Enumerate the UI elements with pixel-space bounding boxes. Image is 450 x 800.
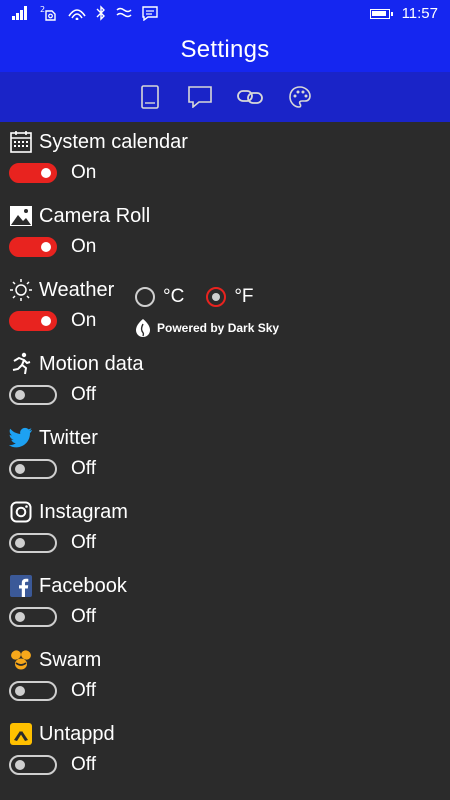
setting-row-camera-roll: Camera Roll On [0,196,450,270]
link-icon [237,90,263,104]
tab-palette[interactable] [287,84,313,110]
signal-icon [12,6,30,20]
darksky-text: Powered by Dark Sky [157,321,280,335]
toggle-state: On [71,236,97,257]
toggle-state: Off [71,532,96,553]
setting-label: Swarm [39,648,102,671]
facebook-toggle[interactable] [9,607,57,627]
setting-row-swarm: Swarm Off [0,640,450,714]
status-bar: 2 11:57 [0,0,450,28]
tab-chat[interactable] [187,84,213,110]
setting-row-system-calendar: System calendar On [0,122,450,196]
vibrate-icon [116,6,132,20]
twitter-icon [9,426,33,450]
setting-label: Facebook [39,574,127,597]
fahrenheit-radio[interactable] [206,287,227,307]
setting-label: Instagram [39,500,128,523]
title-bar: Settings [0,28,450,72]
bluetooth-icon [96,5,106,21]
setting-label: Motion data [39,352,144,375]
sim2-icon: 2 [40,5,58,21]
setting-row-facebook: Facebook Off [0,566,450,640]
setting-label: Untappd [39,722,115,745]
tab-link[interactable] [237,84,263,110]
swarm-toggle[interactable] [9,681,57,701]
svg-text:2: 2 [40,5,45,14]
fahrenheit-label: °F [234,286,254,307]
palette-icon [289,86,311,108]
toggle-state: On [71,310,97,331]
battery-icon [369,8,393,19]
facebook-icon [9,574,33,598]
sun-icon [9,278,33,302]
celsius-label: °C [163,286,185,307]
setting-label: Weather [39,278,115,301]
toggle-state: Off [71,606,96,627]
page-title: Settings [180,36,270,63]
setting-label: Camera Roll [39,204,151,227]
untappd-toggle[interactable] [9,755,57,775]
clock: 11:57 [401,5,438,22]
message-icon [142,5,158,21]
tab-bar [0,72,450,122]
darksky-icon [136,319,150,337]
wifi-icon [68,6,86,20]
book-icon [141,85,159,109]
instagram-icon [9,500,33,524]
toggle-state: Off [71,754,96,775]
fahrenheit-option[interactable]: °F [206,286,254,308]
image-icon [9,204,33,228]
camera-roll-toggle[interactable] [9,237,57,257]
setting-row-motion-data: Motion data Off [0,344,450,418]
toggle-state: Off [71,384,96,405]
celsius-option[interactable]: °C [135,286,184,308]
twitter-toggle[interactable] [9,459,57,479]
swarm-icon [9,648,33,672]
toggle-state: Off [71,680,96,701]
chat-icon [188,86,212,108]
setting-row-untappd: Untappd Off [0,714,450,788]
toggle-state: Off [71,458,96,479]
darksky-attribution[interactable]: Powered by Dark Sky [135,318,279,338]
setting-row-instagram: Instagram Off [0,492,450,566]
instagram-toggle[interactable] [9,533,57,553]
running-icon [9,352,33,376]
untappd-icon [9,722,33,746]
calendar-icon [9,130,33,154]
setting-label: System calendar [39,130,188,153]
tab-book[interactable] [137,84,163,110]
weather-toggle[interactable] [9,311,57,331]
setting-row-twitter: Twitter Off [0,418,450,492]
system-calendar-toggle[interactable] [9,163,57,183]
celsius-radio[interactable] [135,287,155,307]
weather-unit-group: °C °F [135,286,254,308]
toggle-state: On [71,162,97,183]
motion-data-toggle[interactable] [9,385,57,405]
setting-label: Twitter [39,426,98,449]
